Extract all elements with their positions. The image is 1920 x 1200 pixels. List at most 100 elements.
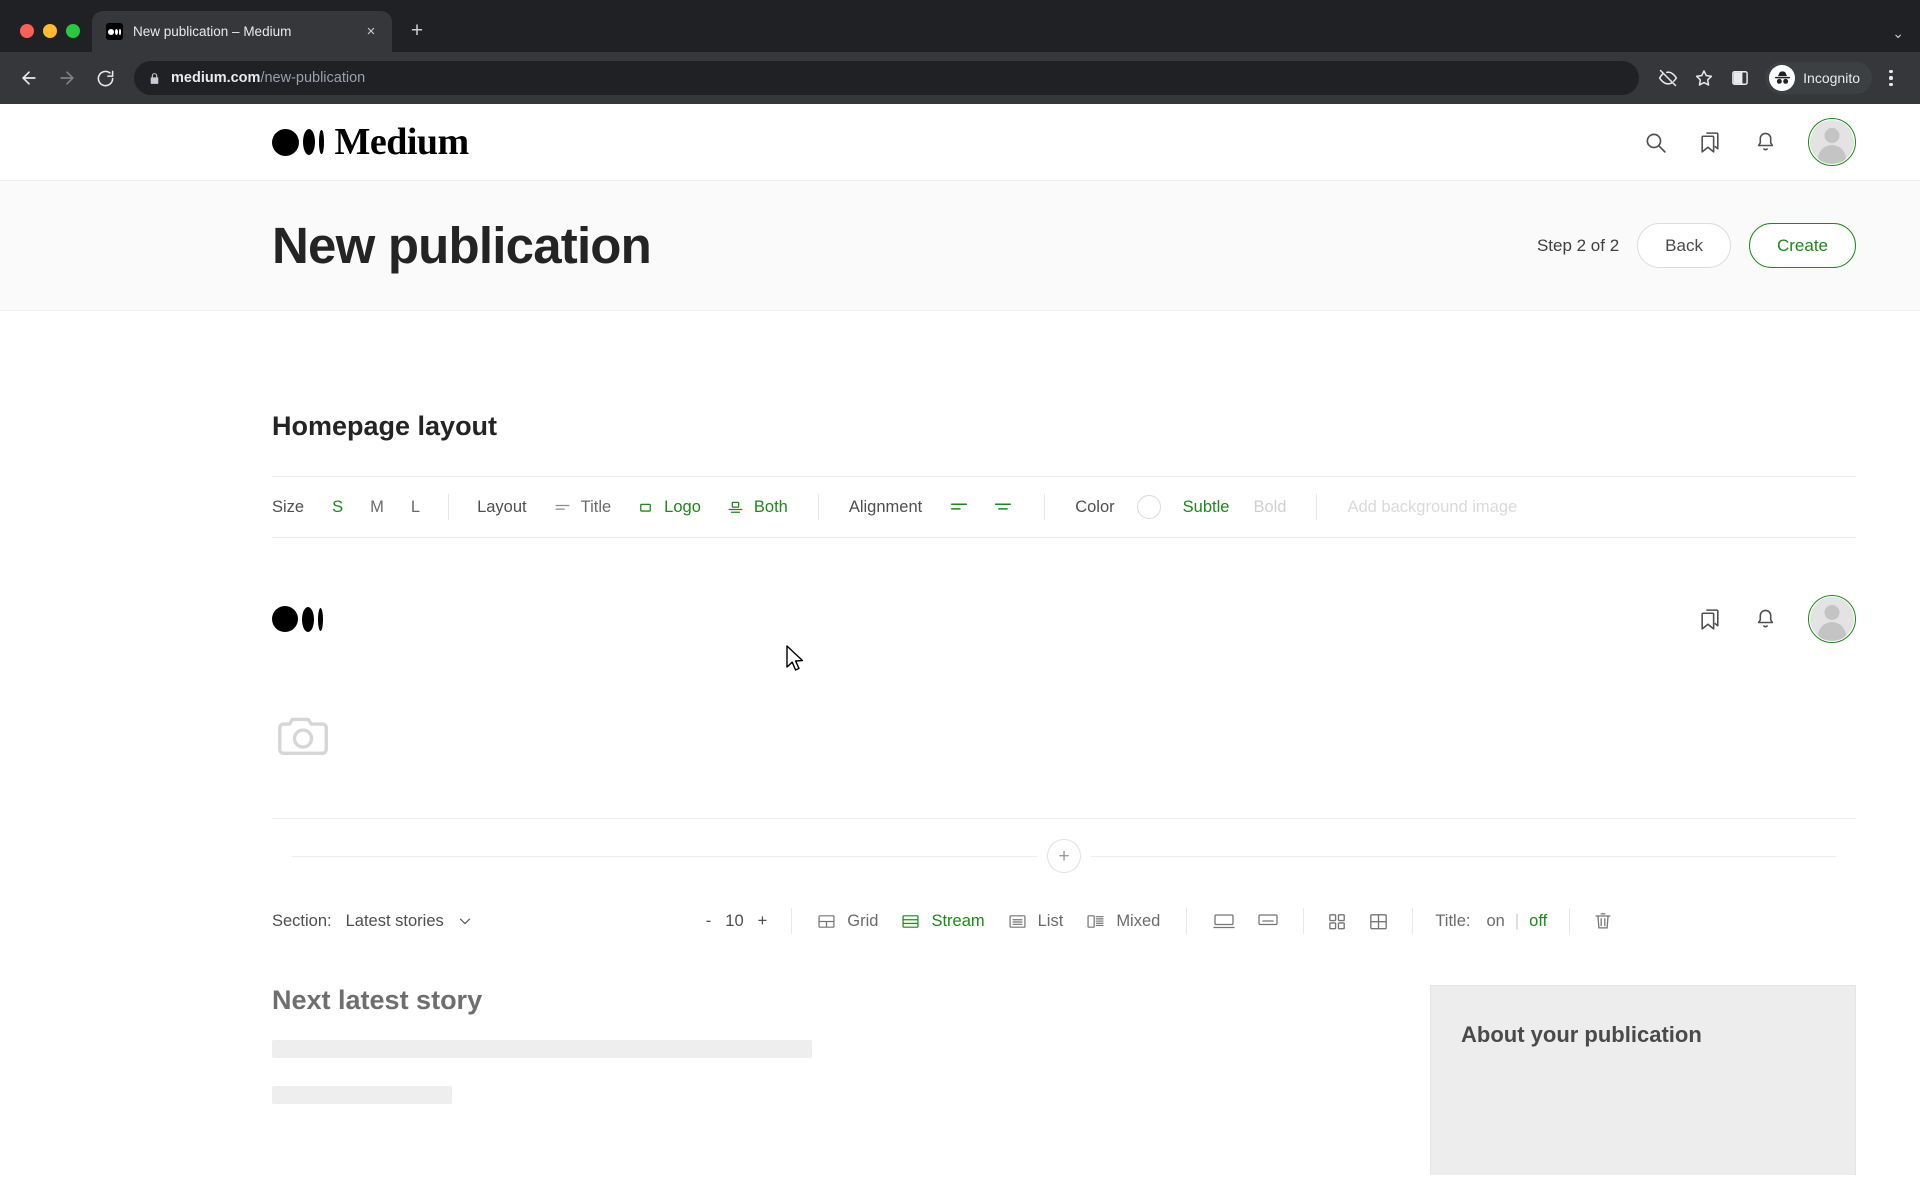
- tab-strip: New publication – Medium × + ⌄: [0, 0, 1920, 52]
- toolbar-divider: [1186, 908, 1188, 934]
- color-swatch[interactable]: [1136, 495, 1161, 519]
- about-publication-title: About your publication: [1461, 1022, 1702, 1047]
- add-background-image-button[interactable]: Add background image: [1347, 498, 1517, 517]
- notifications-icon[interactable]: [1753, 607, 1778, 632]
- size-option-l[interactable]: L: [411, 498, 420, 517]
- medium-logo[interactable]: Medium: [272, 120, 469, 164]
- card-large-icon[interactable]: [1211, 908, 1237, 934]
- url-host: medium.com: [171, 70, 261, 86]
- lock-icon: [148, 72, 161, 85]
- divider-line-left: [292, 855, 1037, 857]
- title-toggle-off[interactable]: off: [1529, 912, 1547, 931]
- publication-logo-mark-icon[interactable]: [272, 606, 323, 632]
- view-option-list[interactable]: List: [1007, 911, 1063, 932]
- layout-option-both[interactable]: Both: [726, 498, 788, 517]
- story-skeleton-line: [272, 1086, 452, 1104]
- layout-option-both-label: Both: [753, 497, 788, 516]
- mixed-icon: [1085, 911, 1106, 932]
- browser-toolbar: medium.com/new-publication Incognito: [0, 52, 1920, 104]
- card-small-icon[interactable]: [1255, 908, 1281, 934]
- section-toolbar: Section: Latest stories - 10 + Grid Stre…: [272, 893, 1856, 949]
- title-lines-icon: [553, 498, 572, 517]
- tab-title: New publication – Medium: [133, 24, 292, 39]
- toolbar-divider: [1569, 908, 1571, 934]
- layout-option-title[interactable]: Title: [553, 497, 612, 517]
- bookmark-icon[interactable]: [1698, 607, 1723, 632]
- color-option-subtle[interactable]: Subtle: [1183, 498, 1230, 517]
- section-select-value[interactable]: Latest stories: [346, 912, 444, 931]
- size-option-m[interactable]: M: [370, 498, 384, 517]
- title-toggle-on[interactable]: on: [1486, 912, 1504, 931]
- publication-preview-body: Next latest story About your publication: [272, 985, 1856, 1175]
- mouse-cursor: [786, 645, 808, 680]
- reload-icon[interactable]: [88, 61, 122, 95]
- align-center-icon[interactable]: [992, 496, 1014, 518]
- view-option-stream[interactable]: Stream: [900, 911, 985, 932]
- align-left-icon[interactable]: [948, 496, 970, 518]
- side-panel-icon[interactable]: [1723, 61, 1757, 95]
- header-actions: [1643, 118, 1856, 166]
- incognito-profile-chip[interactable]: Incognito: [1765, 62, 1872, 94]
- page-content: Medium New publication Step 2 of 2 Back …: [0, 104, 1920, 1175]
- toolbar-divider: [1044, 494, 1046, 520]
- size-label: Size: [272, 497, 305, 516]
- both-icon: [726, 498, 745, 517]
- grid-joined-icon[interactable]: [1367, 910, 1390, 933]
- incognito-icon: [1769, 65, 1796, 91]
- avatar[interactable]: [1808, 595, 1856, 643]
- about-publication-card[interactable]: About your publication: [1430, 985, 1856, 1175]
- kebab-menu-icon[interactable]: [1874, 61, 1908, 95]
- close-tab-button[interactable]: ×: [360, 21, 382, 43]
- cover-image-placeholder[interactable]: [272, 694, 1856, 780]
- decrement-button[interactable]: -: [706, 912, 712, 931]
- new-tab-button[interactable]: +: [402, 16, 432, 46]
- address-bar[interactable]: medium.com/new-publication: [134, 61, 1640, 95]
- title-toggle-label: Title:: [1435, 911, 1471, 930]
- back-arrow-icon[interactable]: [12, 61, 46, 95]
- view-option-mixed-label: Mixed: [1116, 911, 1161, 930]
- section-label: Section:: [272, 911, 332, 930]
- alignment-label: Alignment: [848, 497, 923, 516]
- bookmark-icon[interactable]: [1698, 130, 1723, 155]
- size-option-s[interactable]: S: [332, 498, 343, 517]
- avatar[interactable]: [1808, 118, 1856, 166]
- trash-icon[interactable]: [1592, 910, 1614, 932]
- star-icon[interactable]: [1687, 61, 1721, 95]
- maximize-window-button[interactable]: [66, 24, 80, 38]
- close-window-button[interactable]: [20, 24, 34, 38]
- view-option-grid[interactable]: Grid: [816, 911, 878, 932]
- title-toggle-separator: |: [1514, 911, 1520, 930]
- story-title: Next latest story: [272, 985, 483, 1015]
- browser-window: New publication – Medium × + ⌄ medium.co…: [0, 0, 1920, 104]
- add-section-divider: +: [272, 819, 1856, 893]
- layout-option-title-label: Title: [580, 497, 612, 516]
- minimize-window-button[interactable]: [43, 24, 57, 38]
- window-traffic-lights: [14, 24, 92, 52]
- grid-spaced-icon[interactable]: [1326, 910, 1349, 933]
- increment-button[interactable]: +: [758, 912, 768, 931]
- toolbar-divider: [791, 908, 793, 934]
- search-icon[interactable]: [1643, 130, 1668, 155]
- tab-list-chevron-icon[interactable]: ⌄: [1892, 25, 1904, 42]
- layout-option-logo[interactable]: Logo: [636, 498, 701, 517]
- eye-off-icon[interactable]: [1651, 61, 1685, 95]
- wizard-actions: Step 2 of 2 Back Create: [1537, 223, 1856, 268]
- chevron-down-icon[interactable]: [456, 912, 474, 930]
- layout-option-logo-label: Logo: [664, 497, 701, 516]
- add-section-button[interactable]: +: [1047, 839, 1081, 873]
- divider-line-right: [1091, 855, 1836, 857]
- create-button[interactable]: Create: [1748, 223, 1856, 268]
- url-text: medium.com/new-publication: [171, 70, 365, 86]
- list-icon: [1007, 911, 1028, 932]
- view-option-mixed[interactable]: Mixed: [1085, 911, 1160, 932]
- toolbar-actions: Incognito: [1651, 61, 1908, 95]
- story-count-value: 10: [725, 911, 744, 930]
- back-button[interactable]: Back: [1637, 223, 1731, 268]
- toolbar-divider: [1412, 908, 1414, 934]
- page-title-band: New publication Step 2 of 2 Back Create: [0, 181, 1920, 311]
- color-option-bold[interactable]: Bold: [1253, 498, 1286, 517]
- browser-tab[interactable]: New publication – Medium ×: [92, 11, 392, 52]
- toolbar-divider: [817, 494, 819, 520]
- notifications-icon[interactable]: [1753, 130, 1778, 155]
- forward-arrow-icon[interactable]: [50, 61, 84, 95]
